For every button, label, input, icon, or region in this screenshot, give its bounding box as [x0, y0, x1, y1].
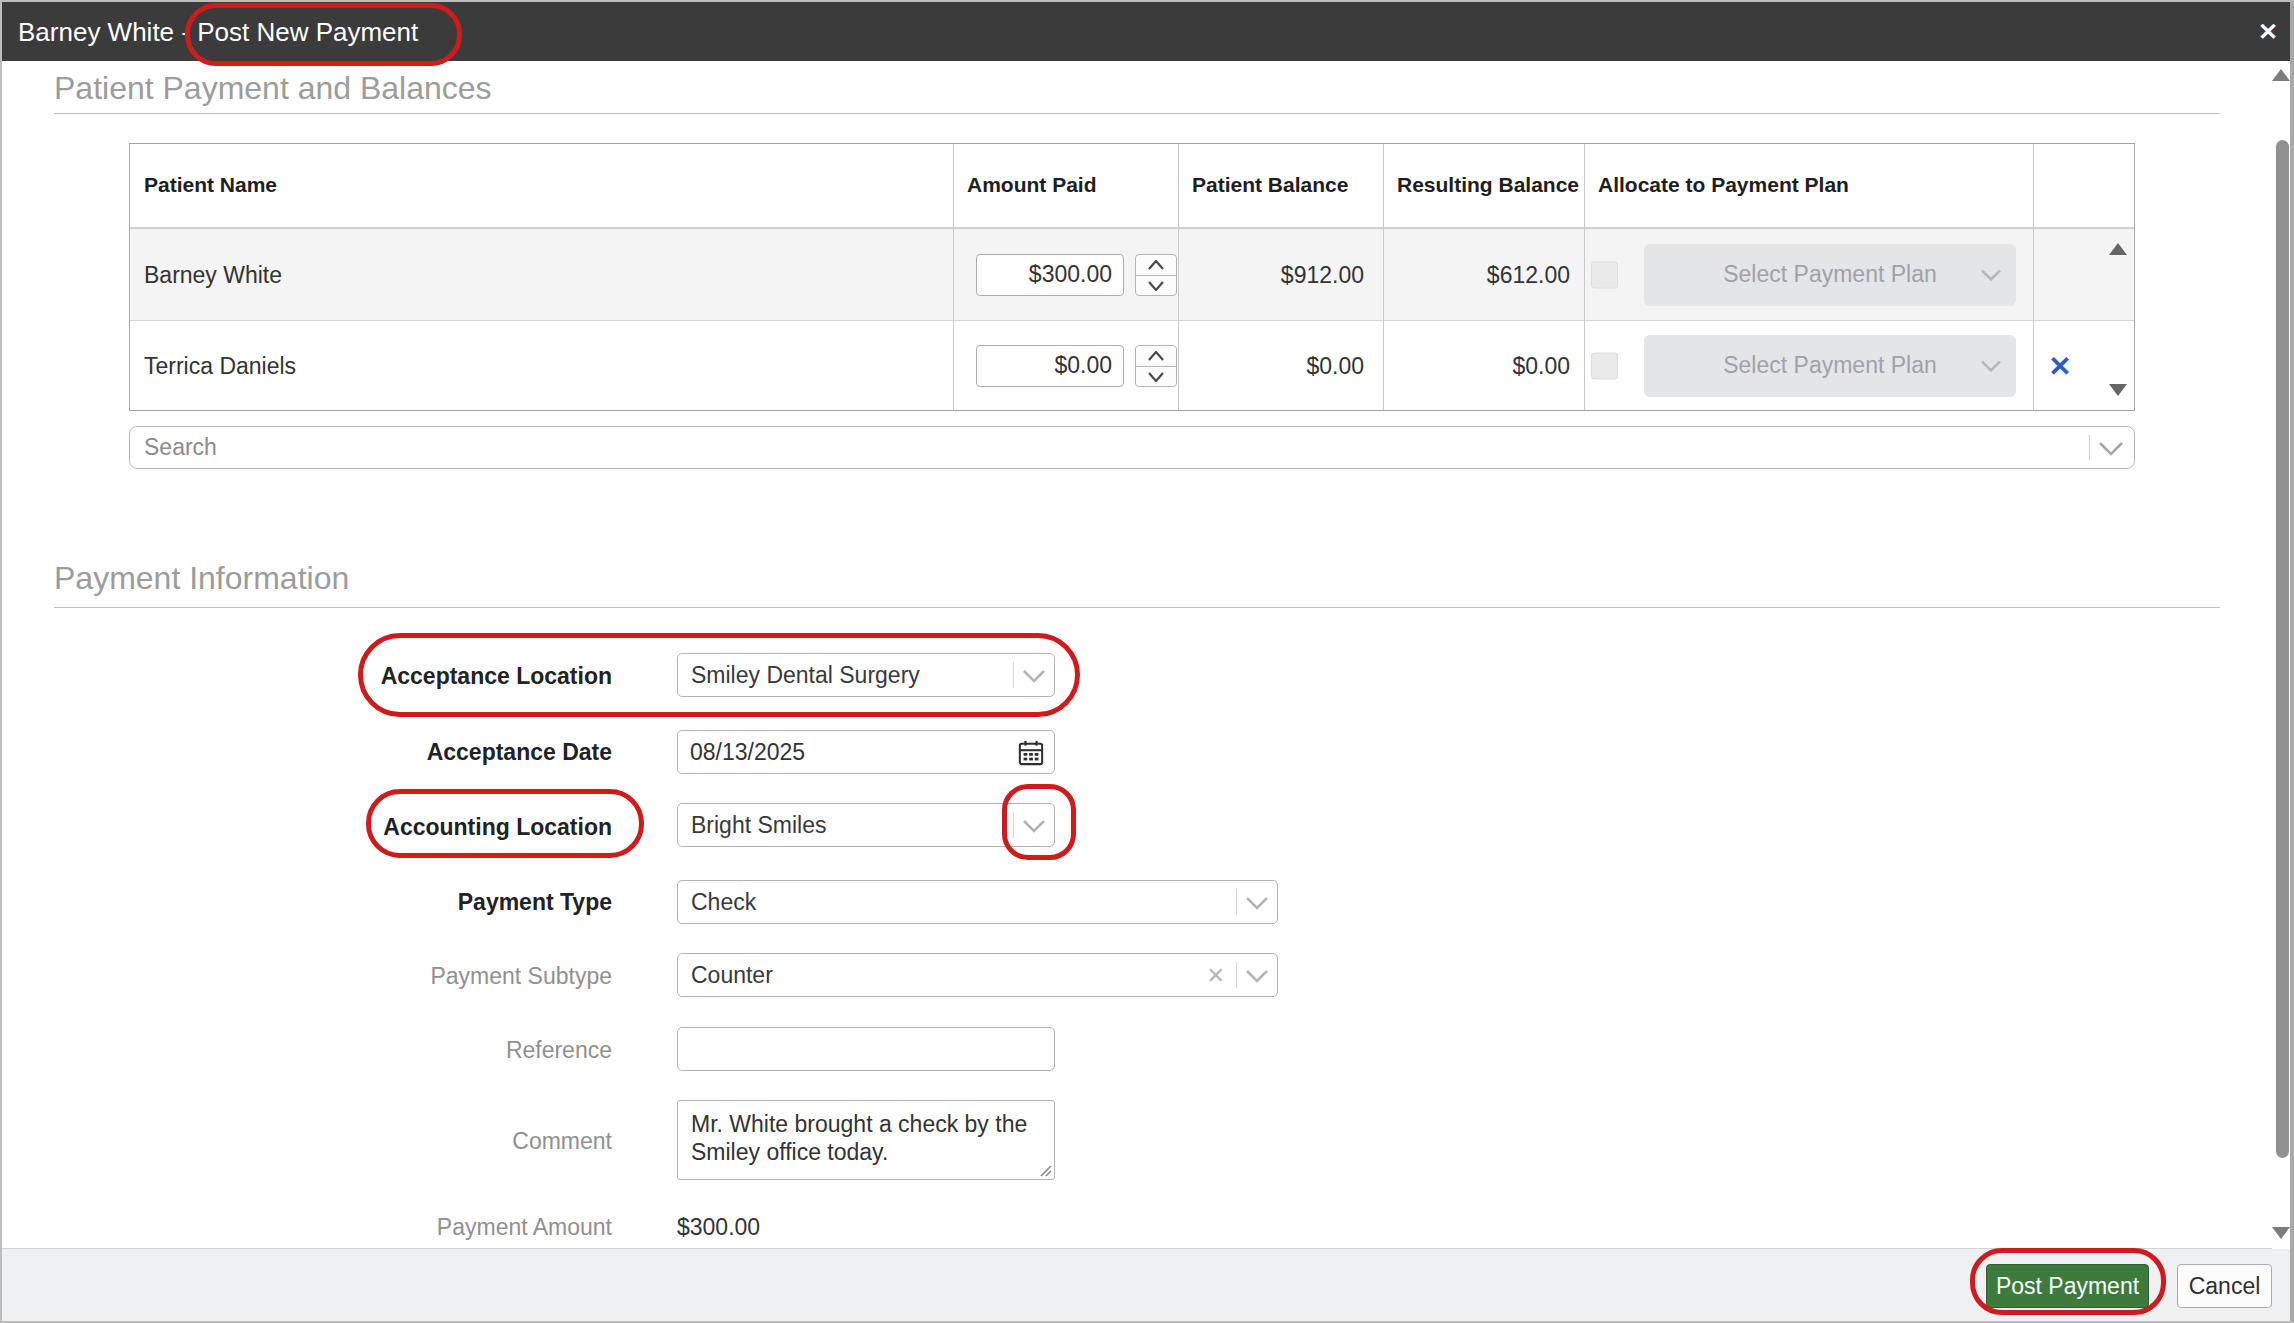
header-patient-balance: Patient Balance [1192, 173, 1348, 197]
resize-handle-icon[interactable] [1038, 1163, 1052, 1177]
clear-icon[interactable]: ✕ [1207, 963, 1225, 989]
patient-payments-table: Patient Name Amount Paid Patient Balance… [129, 143, 2135, 411]
patient-balance: $912.00 [1180, 261, 1364, 288]
post-payment-button[interactable]: Post Payment [1986, 1264, 2149, 1308]
comment-label: Comment [282, 1128, 612, 1155]
header-resulting-balance: Resulting Balance [1397, 173, 1579, 197]
table-row: Terrica Daniels $0.00 $0.00 Select Payme… [130, 321, 2134, 410]
scroll-down-icon[interactable] [2272, 1227, 2290, 1239]
amount-spinner[interactable] [1135, 345, 1177, 387]
accounting-location-select[interactable]: Bright Smiles [677, 803, 1055, 847]
header-amount-paid: Amount Paid [967, 173, 1097, 197]
payment-amount-label: Payment Amount [282, 1214, 612, 1241]
close-icon[interactable]: ✕ [2258, 18, 2278, 46]
dialog-footer [2, 1248, 2290, 1321]
section-title-payment-info: Payment Information [54, 560, 349, 597]
chevron-down-icon [1022, 819, 1046, 833]
dialog-titlebar: Barney White - Post New Payment ✕ [2, 2, 2290, 61]
column-divider [953, 144, 954, 410]
header-allocate-plan: Allocate to Payment Plan [1598, 173, 1849, 197]
column-divider [1584, 144, 1585, 410]
table-scrollbar[interactable] [2103, 229, 2133, 410]
payment-plan-placeholder: Select Payment Plan [1723, 261, 1937, 288]
acceptance-location-select[interactable]: Smiley Dental Surgery [677, 653, 1055, 697]
amount-paid-input[interactable] [976, 345, 1124, 387]
section-divider [54, 113, 2220, 114]
amount-paid-input[interactable] [976, 254, 1124, 296]
accounting-location-value: Bright Smiles [691, 812, 826, 839]
resulting-balance: $0.00 [1392, 352, 1570, 379]
scroll-up-icon[interactable] [2109, 243, 2127, 255]
payment-type-label: Payment Type [282, 889, 612, 916]
chevron-down-icon [2098, 441, 2124, 456]
payment-plan-select[interactable]: Select Payment Plan [1644, 335, 2016, 397]
spinner-up-icon[interactable] [1136, 255, 1176, 275]
scroll-up-icon[interactable] [2272, 69, 2290, 81]
patient-balance: $0.00 [1180, 352, 1364, 379]
chevron-down-icon [1245, 969, 1269, 983]
header-patient-name: Patient Name [144, 173, 277, 197]
section-divider [54, 607, 2220, 608]
acceptance-date-label: Acceptance Date [282, 739, 612, 766]
column-divider [2033, 144, 2034, 410]
spinner-down-icon[interactable] [1136, 276, 1176, 296]
dialog-scrollbar-thumb[interactable] [2276, 140, 2289, 1158]
section-title-patient-payments: Patient Payment and Balances [54, 70, 492, 107]
patient-search-combobox[interactable] [129, 426, 2135, 469]
remove-row-button[interactable]: ✕ [2044, 349, 2076, 382]
allocate-checkbox[interactable] [1591, 352, 1618, 379]
payment-subtype-value: Counter [691, 962, 773, 989]
payment-plan-placeholder: Select Payment Plan [1723, 352, 1937, 379]
column-divider [1383, 144, 1384, 410]
chevron-down-icon [1980, 359, 2002, 372]
post-new-payment-dialog: Barney White - Post New Payment ✕ Patien… [0, 0, 2294, 1323]
amount-spinner[interactable] [1135, 254, 1177, 296]
payment-plan-select[interactable]: Select Payment Plan [1644, 244, 2016, 306]
patient-name: Barney White [144, 261, 282, 288]
acceptance-location-label: Acceptance Location [282, 663, 612, 690]
dialog-title: Barney White - Post New Payment [18, 17, 418, 48]
acceptance-location-value: Smiley Dental Surgery [691, 662, 920, 689]
payment-subtype-label: Payment Subtype [282, 963, 612, 990]
patient-name: Terrica Daniels [144, 352, 296, 379]
resulting-balance: $612.00 [1392, 261, 1570, 288]
acceptance-date-input[interactable] [677, 730, 1055, 774]
column-divider [1178, 144, 1179, 410]
payment-type-value: Check [691, 889, 756, 916]
reference-label: Reference [282, 1037, 612, 1064]
reference-input[interactable] [677, 1027, 1055, 1071]
comment-textarea[interactable]: Mr. White brought a check by the Smiley … [677, 1100, 1055, 1180]
search-input[interactable] [144, 429, 2044, 465]
spinner-down-icon[interactable] [1136, 367, 1176, 387]
cancel-button[interactable]: Cancel [2177, 1264, 2272, 1308]
payment-type-select[interactable]: Check [677, 880, 1278, 924]
calendar-icon[interactable] [1018, 740, 1044, 766]
table-row: Barney White $912.00 $612.00 Select Paym… [130, 229, 2134, 321]
spinner-up-icon[interactable] [1136, 346, 1176, 366]
accounting-location-label: Accounting Location [282, 814, 612, 841]
chevron-down-icon [1022, 669, 1046, 683]
table-header-row: Patient Name Amount Paid Patient Balance… [130, 144, 2134, 229]
chevron-down-icon [1980, 268, 2002, 281]
allocate-checkbox[interactable] [1591, 261, 1618, 288]
payment-amount-value: $300.00 [677, 1214, 760, 1241]
payment-subtype-select[interactable]: Counter ✕ [677, 953, 1278, 997]
chevron-down-icon [1245, 896, 1269, 910]
scroll-down-icon[interactable] [2109, 384, 2127, 396]
